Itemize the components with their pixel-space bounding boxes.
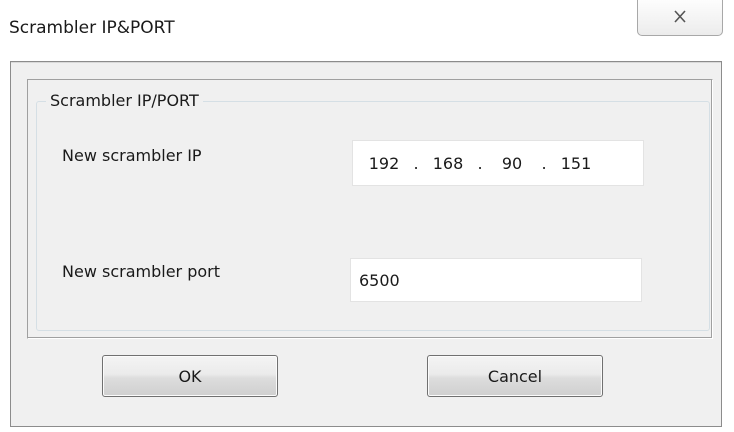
port-input[interactable] xyxy=(350,258,642,302)
ip-octet-2[interactable]: 168 xyxy=(425,154,471,173)
cancel-button[interactable]: Cancel xyxy=(427,355,603,397)
close-button[interactable] xyxy=(637,0,723,36)
ip-separator: . xyxy=(541,153,547,173)
ip-separator: . xyxy=(413,153,419,173)
port-label: New scrambler port xyxy=(62,262,220,281)
ip-octet-1[interactable]: 192 xyxy=(361,154,407,173)
close-icon-glyph xyxy=(674,9,686,23)
ip-address-input[interactable]: 192 . 168 . 90 . 151 xyxy=(352,140,644,186)
ip-octet-3[interactable]: 90 xyxy=(489,154,535,173)
close-icon[interactable] xyxy=(673,9,687,27)
ok-button[interactable]: OK xyxy=(102,355,278,397)
ip-label: New scrambler IP xyxy=(62,146,202,165)
ip-octet-4[interactable]: 151 xyxy=(553,154,599,173)
ip-separator: . xyxy=(477,153,483,173)
window-title: Scrambler IP&PORT xyxy=(9,18,175,38)
dialog-window: Scrambler IP&PORT Scrambler IP/PORT New … xyxy=(0,0,734,432)
title-bar[interactable]: Scrambler IP&PORT xyxy=(0,0,734,60)
groupbox-title: Scrambler IP/PORT xyxy=(46,91,203,110)
